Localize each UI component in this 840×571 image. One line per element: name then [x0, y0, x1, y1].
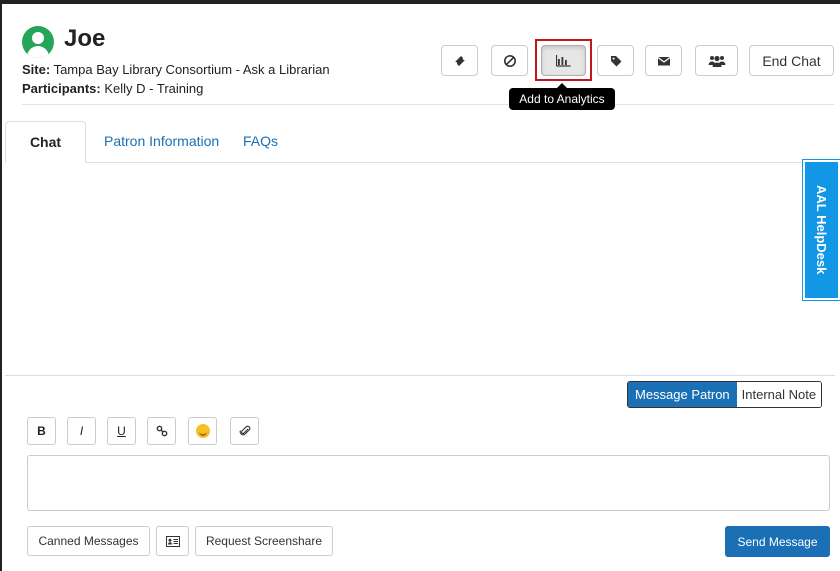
send-message-button[interactable]: Send Message — [725, 526, 830, 557]
tab-chat[interactable]: Chat — [5, 121, 86, 163]
request-screenshare-button[interactable]: Request Screenshare — [195, 526, 333, 556]
paperclip-icon — [239, 425, 250, 436]
participants-button[interactable] — [695, 45, 738, 76]
link-icon — [156, 425, 167, 437]
ticket-button[interactable] — [441, 45, 478, 76]
tab-faqs[interactable]: FAQs — [243, 133, 278, 149]
canned-messages-button[interactable]: Canned Messages — [27, 526, 150, 556]
message-input[interactable] — [27, 455, 830, 511]
emoji-button[interactable] — [188, 417, 217, 445]
tab-patron-information[interactable]: Patron Information — [104, 133, 219, 149]
tag-button[interactable] — [597, 45, 634, 76]
site-value: Tampa Bay Library Consortium - Ask a Lib… — [53, 62, 330, 77]
contact-card-icon — [165, 535, 180, 547]
email-button[interactable] — [645, 45, 682, 76]
participants-line: Participants: Kelly D - Training — [22, 81, 203, 96]
transcript-divider — [5, 375, 835, 376]
tooltip: Add to Analytics — [509, 83, 615, 110]
tag-icon — [610, 55, 621, 66]
helpdesk-label: AAL HelpDesk — [814, 185, 829, 275]
underline-button[interactable]: U — [107, 417, 136, 445]
participants-label: Participants: — [22, 81, 101, 96]
header-divider — [22, 104, 834, 105]
message-mode-toggle: Message Patron Internal Note — [627, 381, 823, 408]
message-patron-option[interactable]: Message Patron — [628, 382, 737, 407]
highlight-box — [535, 39, 592, 81]
italic-button[interactable]: I — [67, 417, 96, 445]
envelope-icon — [657, 56, 670, 65]
tabs-divider — [5, 162, 835, 163]
patron-name: Joe — [64, 25, 106, 52]
internal-note-option[interactable]: Internal Note — [736, 382, 822, 407]
ticket-icon — [454, 55, 465, 66]
participants-value: Kelly D - Training — [104, 81, 204, 96]
ban-icon — [503, 54, 516, 67]
end-chat-button[interactable]: End Chat — [749, 45, 834, 76]
emoji-icon — [195, 424, 210, 438]
users-icon — [708, 55, 725, 67]
helpdesk-tab[interactable]: AAL HelpDesk — [802, 159, 840, 301]
attach-button[interactable] — [230, 417, 259, 445]
link-button[interactable] — [147, 417, 176, 445]
block-button[interactable] — [491, 45, 528, 76]
contact-card-button[interactable] — [156, 526, 189, 556]
site-line: Site: Tampa Bay Library Consortium - Ask… — [22, 62, 330, 77]
bold-button[interactable]: B — [27, 417, 56, 445]
site-label: Site: — [22, 62, 51, 77]
user-icon — [22, 26, 54, 58]
